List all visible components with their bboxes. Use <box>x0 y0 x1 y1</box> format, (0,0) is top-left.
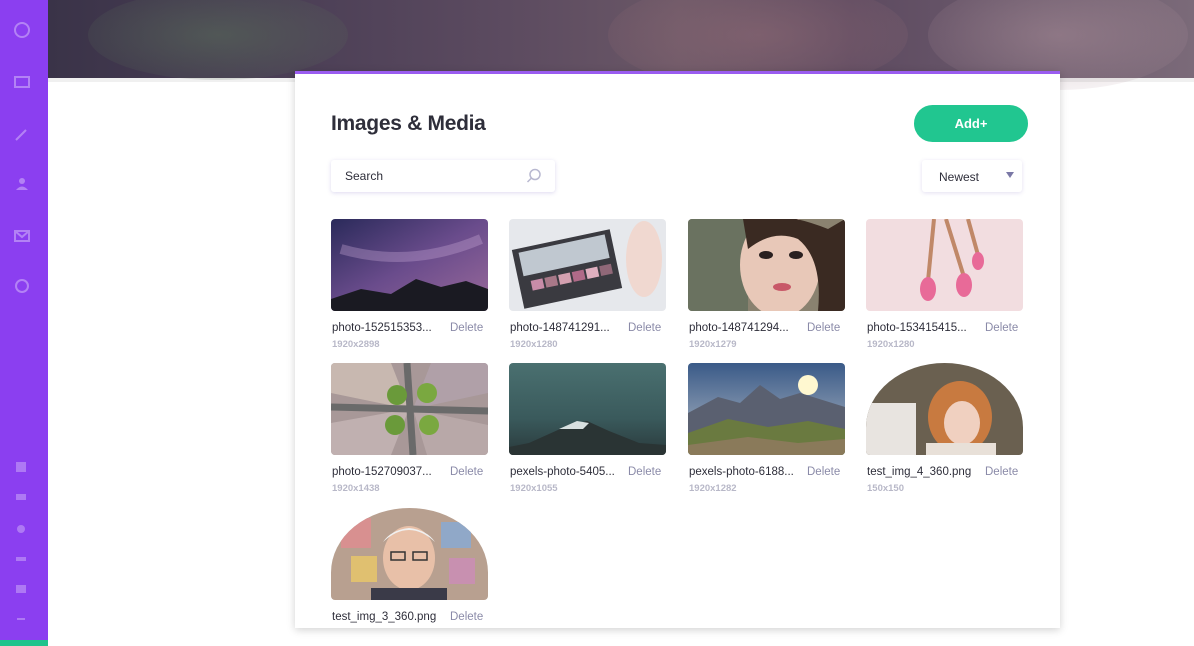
media-card: photo-148741294... Delete 1920x1279 <box>688 219 845 354</box>
media-card: test_img_4_360.png Delete 150x150 <box>866 363 1023 498</box>
home-icon[interactable] <box>12 20 32 40</box>
search-icon[interactable] <box>525 167 543 185</box>
sidebar-bottom-bar <box>0 640 48 646</box>
media-filename: test_img_3_360.png <box>332 611 437 623</box>
media-thumbnail[interactable] <box>866 219 1023 311</box>
logout-icon[interactable] <box>14 612 28 626</box>
search-input[interactable] <box>331 160 521 192</box>
header-banner <box>48 0 1194 90</box>
media-thumbnail[interactable] <box>688 363 845 455</box>
search-box <box>331 160 555 192</box>
mail-icon[interactable] <box>12 226 32 246</box>
page-title: Images & Media <box>331 112 486 135</box>
list-icon[interactable] <box>14 552 28 566</box>
delete-link[interactable]: Delete <box>628 466 661 478</box>
media-filename: pexels-photo-6188... <box>689 466 794 478</box>
media-card: photo-153415415... Delete 1920x1280 <box>866 219 1023 354</box>
delete-link[interactable]: Delete <box>985 466 1018 478</box>
image-icon[interactable] <box>12 276 32 296</box>
media-filename: photo-152515353... <box>332 322 432 334</box>
media-card: pexels-photo-6188... Delete 1920x1282 <box>688 363 845 498</box>
bell-icon[interactable] <box>14 522 28 536</box>
media-card: pexels-photo-5405... Delete 1920x1055 <box>509 363 666 498</box>
media-thumbnail[interactable] <box>688 219 845 311</box>
delete-link[interactable]: Delete <box>450 611 483 623</box>
delete-link[interactable]: Delete <box>628 322 661 334</box>
sidebar <box>0 0 48 646</box>
media-filename: photo-152709037... <box>332 466 432 478</box>
delete-link[interactable]: Delete <box>807 466 840 478</box>
media-dimensions: 1920x1055 <box>510 483 558 494</box>
media-thumbnail[interactable] <box>331 219 488 311</box>
help-icon[interactable] <box>14 582 28 596</box>
media-dimensions: 1920x1438 <box>332 483 380 494</box>
delete-link[interactable]: Delete <box>807 322 840 334</box>
sort-select[interactable]: Newest <box>922 160 1022 192</box>
media-dimensions: 1920x1280 <box>510 339 558 350</box>
media-dimensions: 1920x1279 <box>689 339 737 350</box>
media-filename: pexels-photo-5405... <box>510 466 615 478</box>
user-icon[interactable] <box>12 174 32 194</box>
media-card: photo-148741291... Delete 1920x1280 <box>509 219 666 354</box>
media-dimensions: 1920x1282 <box>689 483 737 494</box>
folder-icon[interactable] <box>12 72 32 92</box>
media-filename: photo-148741294... <box>689 322 789 334</box>
media-thumbnail[interactable] <box>509 219 666 311</box>
sort-label: Newest <box>939 170 980 184</box>
media-dimensions: 150x150 <box>867 483 904 494</box>
delete-link[interactable]: Delete <box>450 466 483 478</box>
caret-down-icon <box>1006 172 1014 178</box>
media-thumbnail[interactable] <box>331 363 488 455</box>
media-thumbnail[interactable] <box>509 363 666 455</box>
media-thumbnail[interactable] <box>331 508 488 600</box>
media-filename: photo-153415415... <box>867 322 967 334</box>
media-panel: Images & Media Add+ Newest photo-1525153… <box>295 71 1060 628</box>
media-thumbnail[interactable] <box>866 363 1023 455</box>
media-filename: test_img_4_360.png <box>867 466 972 478</box>
media-card: photo-152709037... Delete 1920x1438 <box>331 363 488 498</box>
edit-icon[interactable] <box>12 124 32 144</box>
media-filename: photo-148741291... <box>510 322 610 334</box>
media-card: test_img_3_360.png Delete <box>331 508 488 628</box>
media-card: photo-152515353... Delete 1920x2898 <box>331 219 488 354</box>
add-button[interactable]: Add+ <box>914 105 1028 142</box>
settings-icon[interactable] <box>14 460 28 474</box>
delete-link[interactable]: Delete <box>450 322 483 334</box>
media-dimensions: 1920x1280 <box>867 339 915 350</box>
delete-link[interactable]: Delete <box>985 322 1018 334</box>
chat-icon[interactable] <box>14 490 28 504</box>
media-dimensions: 1920x2898 <box>332 339 380 350</box>
